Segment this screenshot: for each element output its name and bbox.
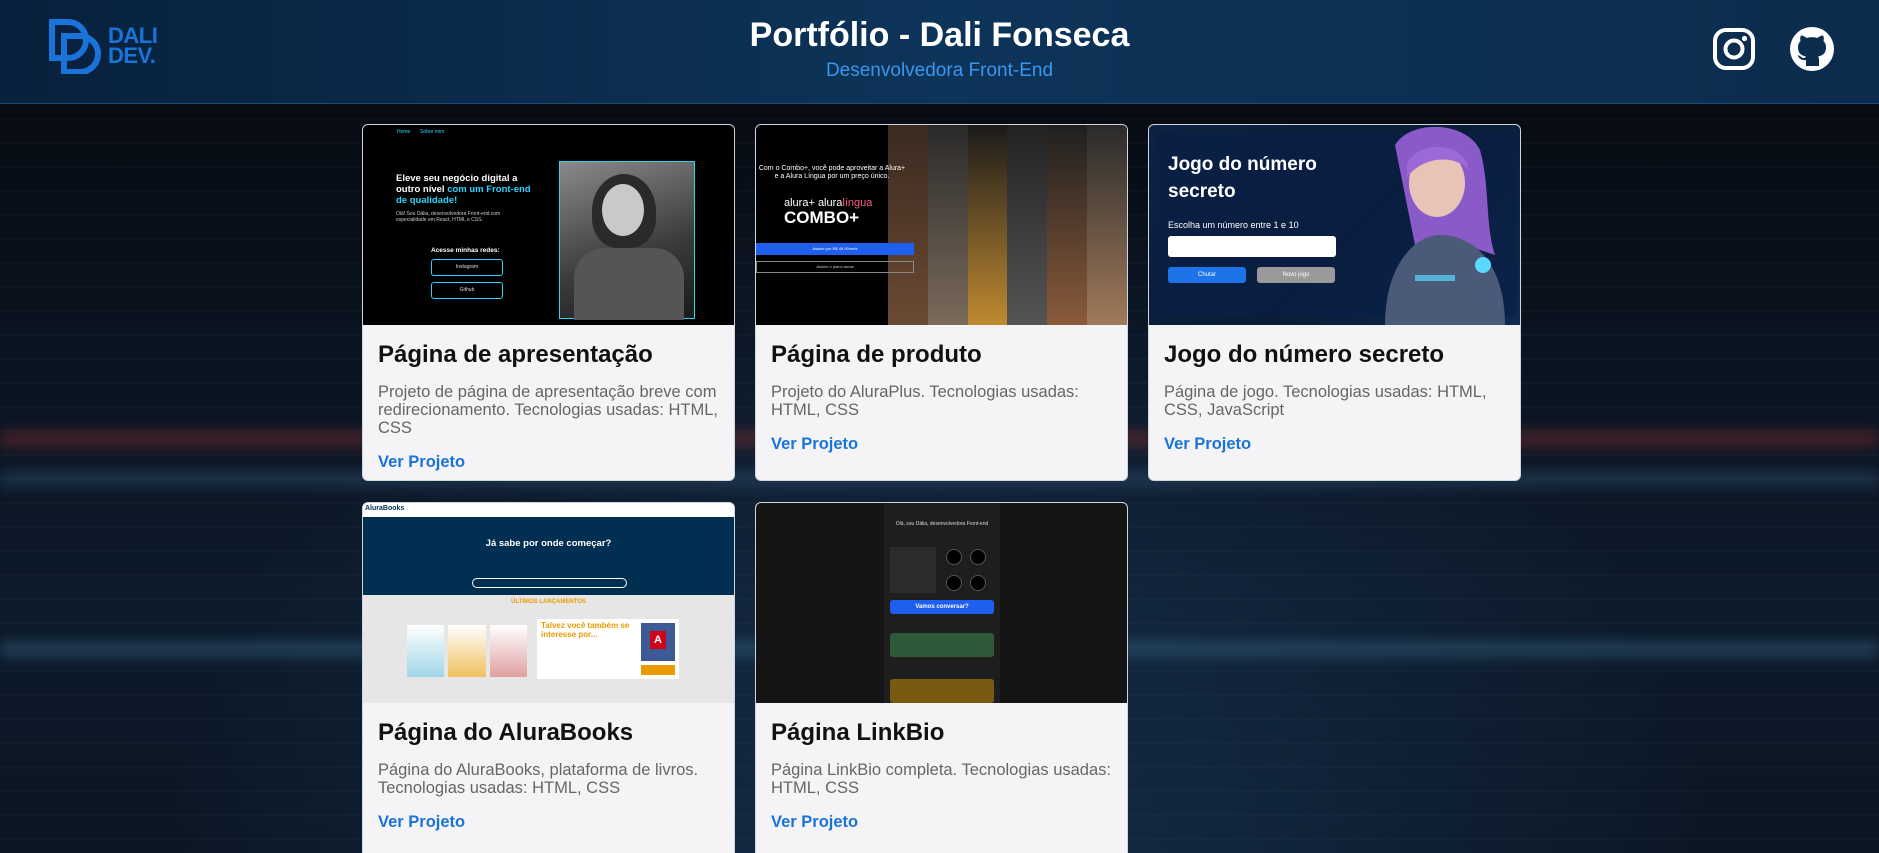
preview-github-button: Github (431, 282, 503, 299)
project-card: AluraBooks Já sabe por onde começar? ÚLT… (362, 502, 735, 853)
project-preview-image[interactable]: Home Sobre mim Eleve seu negócio digital… (363, 125, 734, 325)
preview-secondary-button: Assine o plano anual (756, 261, 914, 273)
project-preview-image[interactable]: AluraBooks Já sabe por onde começar? ÚLT… (363, 503, 734, 703)
preview-guess-button: Chutar (1168, 267, 1246, 283)
preview-linkbio-column: Olá, sou Dália, desenvolvedora Front-end… (884, 503, 1000, 703)
preview-hero: Já sabe por onde começar? (363, 517, 734, 595)
preview-section-label: ÚLTIMOS LANÇAMENTOS (511, 599, 586, 605)
view-project-link[interactable]: Ver Projeto (378, 813, 465, 832)
preview-linkbio-cta: Vamos conversar? (890, 600, 994, 614)
project-title: Jogo do número secreto (1164, 341, 1445, 368)
preview-game-prompt: Escolha um número entre 1 e 10 (1168, 220, 1299, 230)
preview-buy-button: Assine por R$ 49,90/mês (756, 243, 914, 255)
preview-headline: Eleve seu negócio digital a outro nível … (396, 173, 531, 206)
project-title: Página de apresentação (378, 341, 653, 368)
preview-game-input (1168, 236, 1336, 257)
project-description: Projeto do AluraPlus. Tecnologias usadas… (771, 383, 1079, 419)
project-description: Projeto de página de apresentação breve … (378, 383, 718, 437)
social-links (1711, 26, 1835, 72)
project-card: Home Sobre mim Eleve seu negócio digital… (362, 124, 735, 481)
preview-new-game-button: Novo jogo (1257, 267, 1335, 283)
view-project-link[interactable]: Ver Projeto (771, 435, 858, 454)
preview-books (407, 625, 527, 677)
project-preview-image[interactable]: Com o Combo+, você pode aproveitar a Alu… (756, 125, 1127, 325)
view-project-link[interactable]: Ver Projeto (1164, 435, 1251, 454)
preview-astronaut-girl-illustration (1385, 126, 1505, 325)
project-description: Página de jogo. Tecnologias usadas: HTML… (1164, 383, 1487, 419)
whatsapp-icon (946, 549, 962, 565)
view-project-link[interactable]: Ver Projeto (771, 813, 858, 832)
github-link[interactable] (1789, 26, 1835, 72)
preview-nav: Home Sobre mim (397, 129, 445, 135)
preview-linkbio-item (890, 633, 994, 657)
project-preview-image[interactable]: Jogo do número secreto Escolha um número… (1149, 125, 1520, 325)
project-description: Página do AluraBooks, plataforma de livr… (378, 761, 699, 797)
instagram-link[interactable] (1711, 26, 1757, 72)
project-card: Jogo do número secreto Escolha um número… (1148, 124, 1521, 481)
preview-paragraph: Olá! Sou Dália, desenvolvedora Front-end… (396, 211, 501, 223)
project-card: Olá, sou Dália, desenvolvedora Front-end… (755, 502, 1128, 853)
page-subtitle: Desenvolvedora Front-End (825, 60, 1054, 81)
site-header: DALI DEV. Portfólio - Dali Fonseca Desen… (0, 0, 1879, 104)
preview-linkbio-thumb (890, 547, 936, 593)
instagram-icon (970, 549, 986, 565)
projects-grid: Home Sobre mim Eleve seu negócio digital… (362, 124, 1521, 853)
github-icon (970, 575, 986, 591)
preview-faces (888, 125, 1127, 325)
preview-linkbio-item (890, 679, 994, 703)
instagram-icon (1713, 28, 1755, 70)
project-title: Página do AluraBooks (378, 719, 634, 746)
preview-brand: alura+ aluralíngua COMBO+ (784, 197, 873, 227)
preview-photo (559, 161, 695, 320)
preview-promo: Talvez você também se interesse por... (537, 619, 679, 679)
preview-text: Com o Combo+, você pode aproveitar a Alu… (758, 165, 906, 180)
preview-top-bar: AluraBooks (363, 503, 734, 517)
preview-linkbio-header: Olá, sou Dália, desenvolvedora Front-end (895, 521, 989, 527)
project-description: Página LinkBio completa. Tecnologias usa… (771, 761, 1111, 797)
page-title: Portfólio - Dali Fonseca (749, 16, 1130, 54)
spotify-icon (946, 575, 962, 591)
project-title: Página LinkBio (771, 719, 945, 746)
project-title: Página de produto (771, 341, 982, 368)
github-icon (1790, 27, 1834, 71)
preview-instagram-button: Instagram (431, 259, 503, 276)
project-preview-image[interactable]: Olá, sou Dália, desenvolvedora Front-end… (756, 503, 1127, 703)
preview-access-label: Acesse minhas redes: (431, 247, 500, 254)
project-card: Com o Combo+, você pode aproveitar a Alu… (755, 124, 1128, 481)
preview-game-title: Jogo do número secreto (1168, 154, 1317, 202)
view-project-link[interactable]: Ver Projeto (378, 453, 465, 472)
